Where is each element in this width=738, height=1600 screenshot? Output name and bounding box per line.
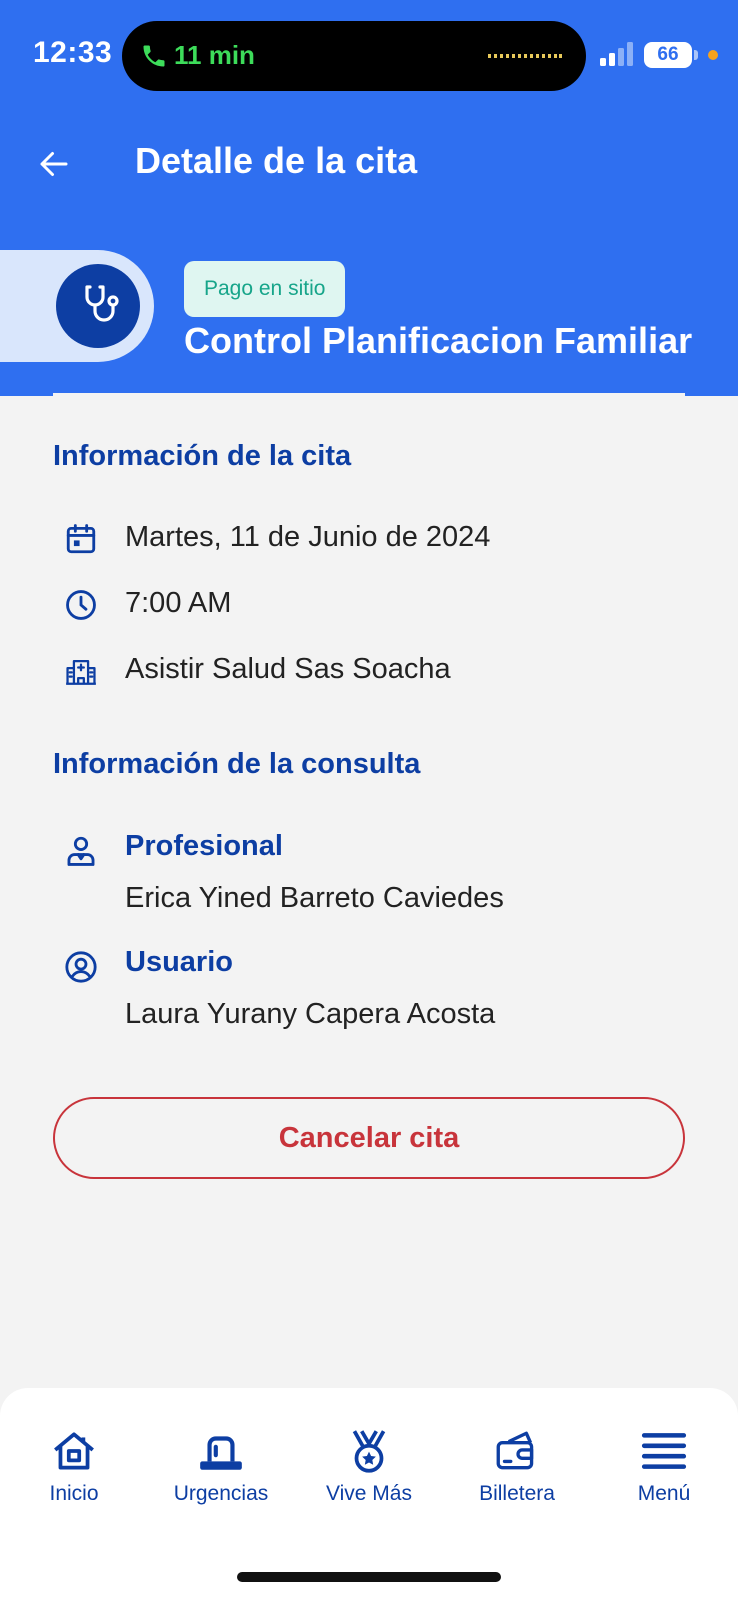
professional-name: Erica Yined Barreto Caviedes bbox=[125, 882, 504, 914]
battery-indicator: 66 bbox=[644, 42, 692, 68]
menu-icon bbox=[641, 1433, 687, 1469]
wallet-icon bbox=[496, 1431, 534, 1470]
appointment-location: Asistir Salud Sas Soacha bbox=[125, 653, 451, 685]
user-circle-icon bbox=[65, 951, 97, 983]
arrow-left-icon bbox=[40, 152, 68, 176]
status-time: 12:33 bbox=[33, 36, 113, 69]
privacy-indicator-dot bbox=[708, 50, 718, 60]
audio-waveform-icon bbox=[488, 54, 562, 58]
app-header: 12:33 11 min 66 Detalle de la cita Pago … bbox=[0, 0, 738, 396]
payment-type-badge: Pago en sitio bbox=[184, 261, 346, 317]
user-name: Laura Yurany Capera Acosta bbox=[125, 998, 496, 1030]
consultation-info-heading: Información de la consulta bbox=[53, 748, 421, 780]
doctor-icon bbox=[67, 836, 95, 866]
appointment-location-row: Asistir Salud Sas Soacha bbox=[64, 648, 704, 692]
service-name: Control Planificacion Familiar bbox=[184, 320, 693, 361]
appointment-date: Martes, 11 de Junio de 2024 bbox=[125, 521, 491, 553]
clock-icon bbox=[66, 590, 96, 620]
user-info: Usuario Laura Yurany Capera Acosta bbox=[64, 946, 704, 1046]
calendar-icon bbox=[66, 524, 96, 554]
nav-item-inicio[interactable]: Inicio bbox=[0, 1426, 148, 1526]
bottom-navigation: Inicio Urgencias Vive Más Billetera Menú bbox=[0, 1388, 738, 1600]
back-button[interactable] bbox=[30, 140, 78, 188]
phone-call-icon bbox=[143, 45, 165, 67]
professional-info: Profesional Erica Yined Barreto Caviedes bbox=[64, 830, 704, 930]
header-divider bbox=[53, 393, 685, 396]
siren-icon bbox=[200, 1436, 242, 1470]
user-label: Usuario bbox=[125, 946, 233, 978]
professional-label: Profesional bbox=[125, 830, 283, 862]
nav-item-vive-mas[interactable]: Vive Más bbox=[295, 1426, 443, 1526]
nav-label-inicio: Inicio bbox=[49, 1482, 99, 1505]
dynamic-island[interactable]: 11 min bbox=[122, 21, 586, 91]
nav-label-billetera: Billetera bbox=[479, 1482, 555, 1505]
nav-item-menu[interactable]: Menú bbox=[590, 1426, 738, 1526]
nav-label-urgencias: Urgencias bbox=[173, 1482, 269, 1505]
signal-icon bbox=[600, 42, 633, 66]
status-bar: 12:33 11 min 66 bbox=[0, 0, 738, 110]
stethoscope-icon bbox=[85, 285, 119, 322]
service-avatar bbox=[56, 264, 140, 348]
cancel-appointment-button[interactable]: Cancelar cita bbox=[53, 1097, 685, 1179]
nav-label-vive-mas: Vive Más bbox=[326, 1482, 412, 1505]
medal-icon bbox=[352, 1430, 386, 1473]
hospital-building-icon bbox=[66, 659, 96, 685]
appointment-info-heading: Información de la cita bbox=[53, 440, 352, 472]
appointment-date-row: Martes, 11 de Junio de 2024 bbox=[64, 516, 704, 560]
battery-nub bbox=[694, 50, 698, 60]
nav-label-menu: Menú bbox=[637, 1482, 691, 1505]
appointment-time-row: 7:00 AM bbox=[64, 582, 704, 626]
home-indicator[interactable] bbox=[237, 1572, 501, 1582]
service-avatar-container bbox=[0, 250, 154, 362]
nav-item-billetera[interactable]: Billetera bbox=[443, 1426, 591, 1526]
nav-item-urgencias[interactable]: Urgencias bbox=[147, 1426, 295, 1526]
call-duration: 11 min bbox=[174, 40, 255, 70]
home-icon bbox=[54, 1432, 94, 1470]
page-title: Detalle de la cita bbox=[135, 140, 418, 181]
appointment-time: 7:00 AM bbox=[125, 587, 232, 619]
